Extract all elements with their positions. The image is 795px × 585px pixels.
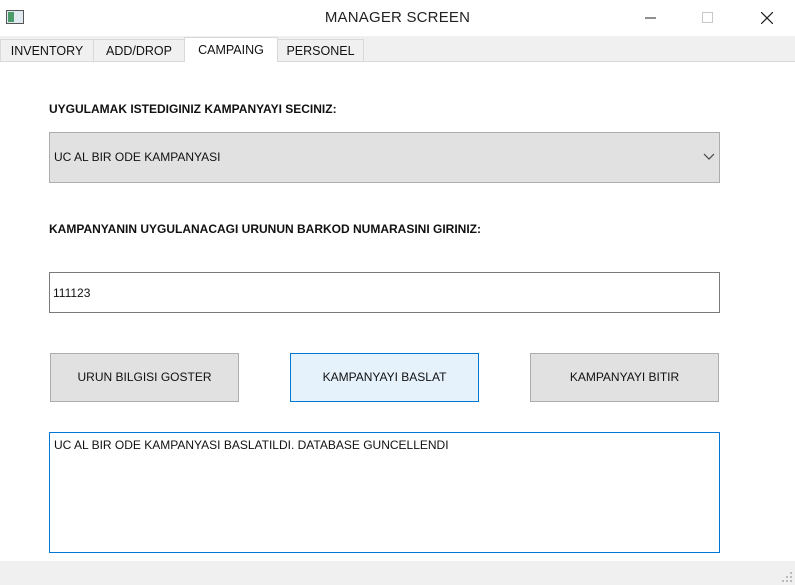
end-campaign-button[interactable]: KAMPANYAYI BITIR: [530, 353, 719, 402]
minimize-button[interactable]: [628, 0, 674, 36]
window-title: MANAGER SCREEN: [324, 9, 471, 26]
maximize-icon: [702, 12, 713, 23]
tab-personel[interactable]: PERSONEL: [277, 39, 364, 61]
resize-grip-icon[interactable]: [781, 571, 793, 583]
chevron-down-icon: [703, 153, 715, 160]
close-button[interactable]: [744, 0, 790, 36]
campaign-dropdown[interactable]: UC AL BIR ODE KAMPANYASI: [49, 132, 720, 183]
status-bar: [0, 561, 795, 585]
campaign-dropdown-value: UC AL BIR ODE KAMPANYASI: [54, 150, 221, 164]
tab-inventory[interactable]: INVENTORY: [0, 39, 94, 61]
tab-campaing[interactable]: CAMPAING: [184, 37, 278, 62]
start-campaign-button[interactable]: KAMPANYAYI BASLAT: [290, 353, 479, 402]
show-product-info-button[interactable]: URUN BILGISI GOSTER: [50, 353, 239, 402]
barcode-label: KAMPANYANIN UYGULANACAGI URUNUN BARKOD N…: [49, 222, 481, 236]
campaign-select-label: UYGULAMAK ISTEDIGINIZ KAMPANYAYI SECINIZ…: [49, 102, 337, 116]
barcode-input[interactable]: [49, 272, 720, 313]
minimize-icon: [645, 17, 656, 19]
title-bar: MANAGER SCREEN: [0, 0, 795, 36]
maximize-button[interactable]: [685, 0, 731, 36]
result-textarea[interactable]: UC AL BIR ODE KAMPANYASI BASLATILDI. DAT…: [49, 432, 720, 553]
close-icon: [761, 12, 773, 24]
tab-add-drop[interactable]: ADD/DROP: [93, 39, 185, 61]
